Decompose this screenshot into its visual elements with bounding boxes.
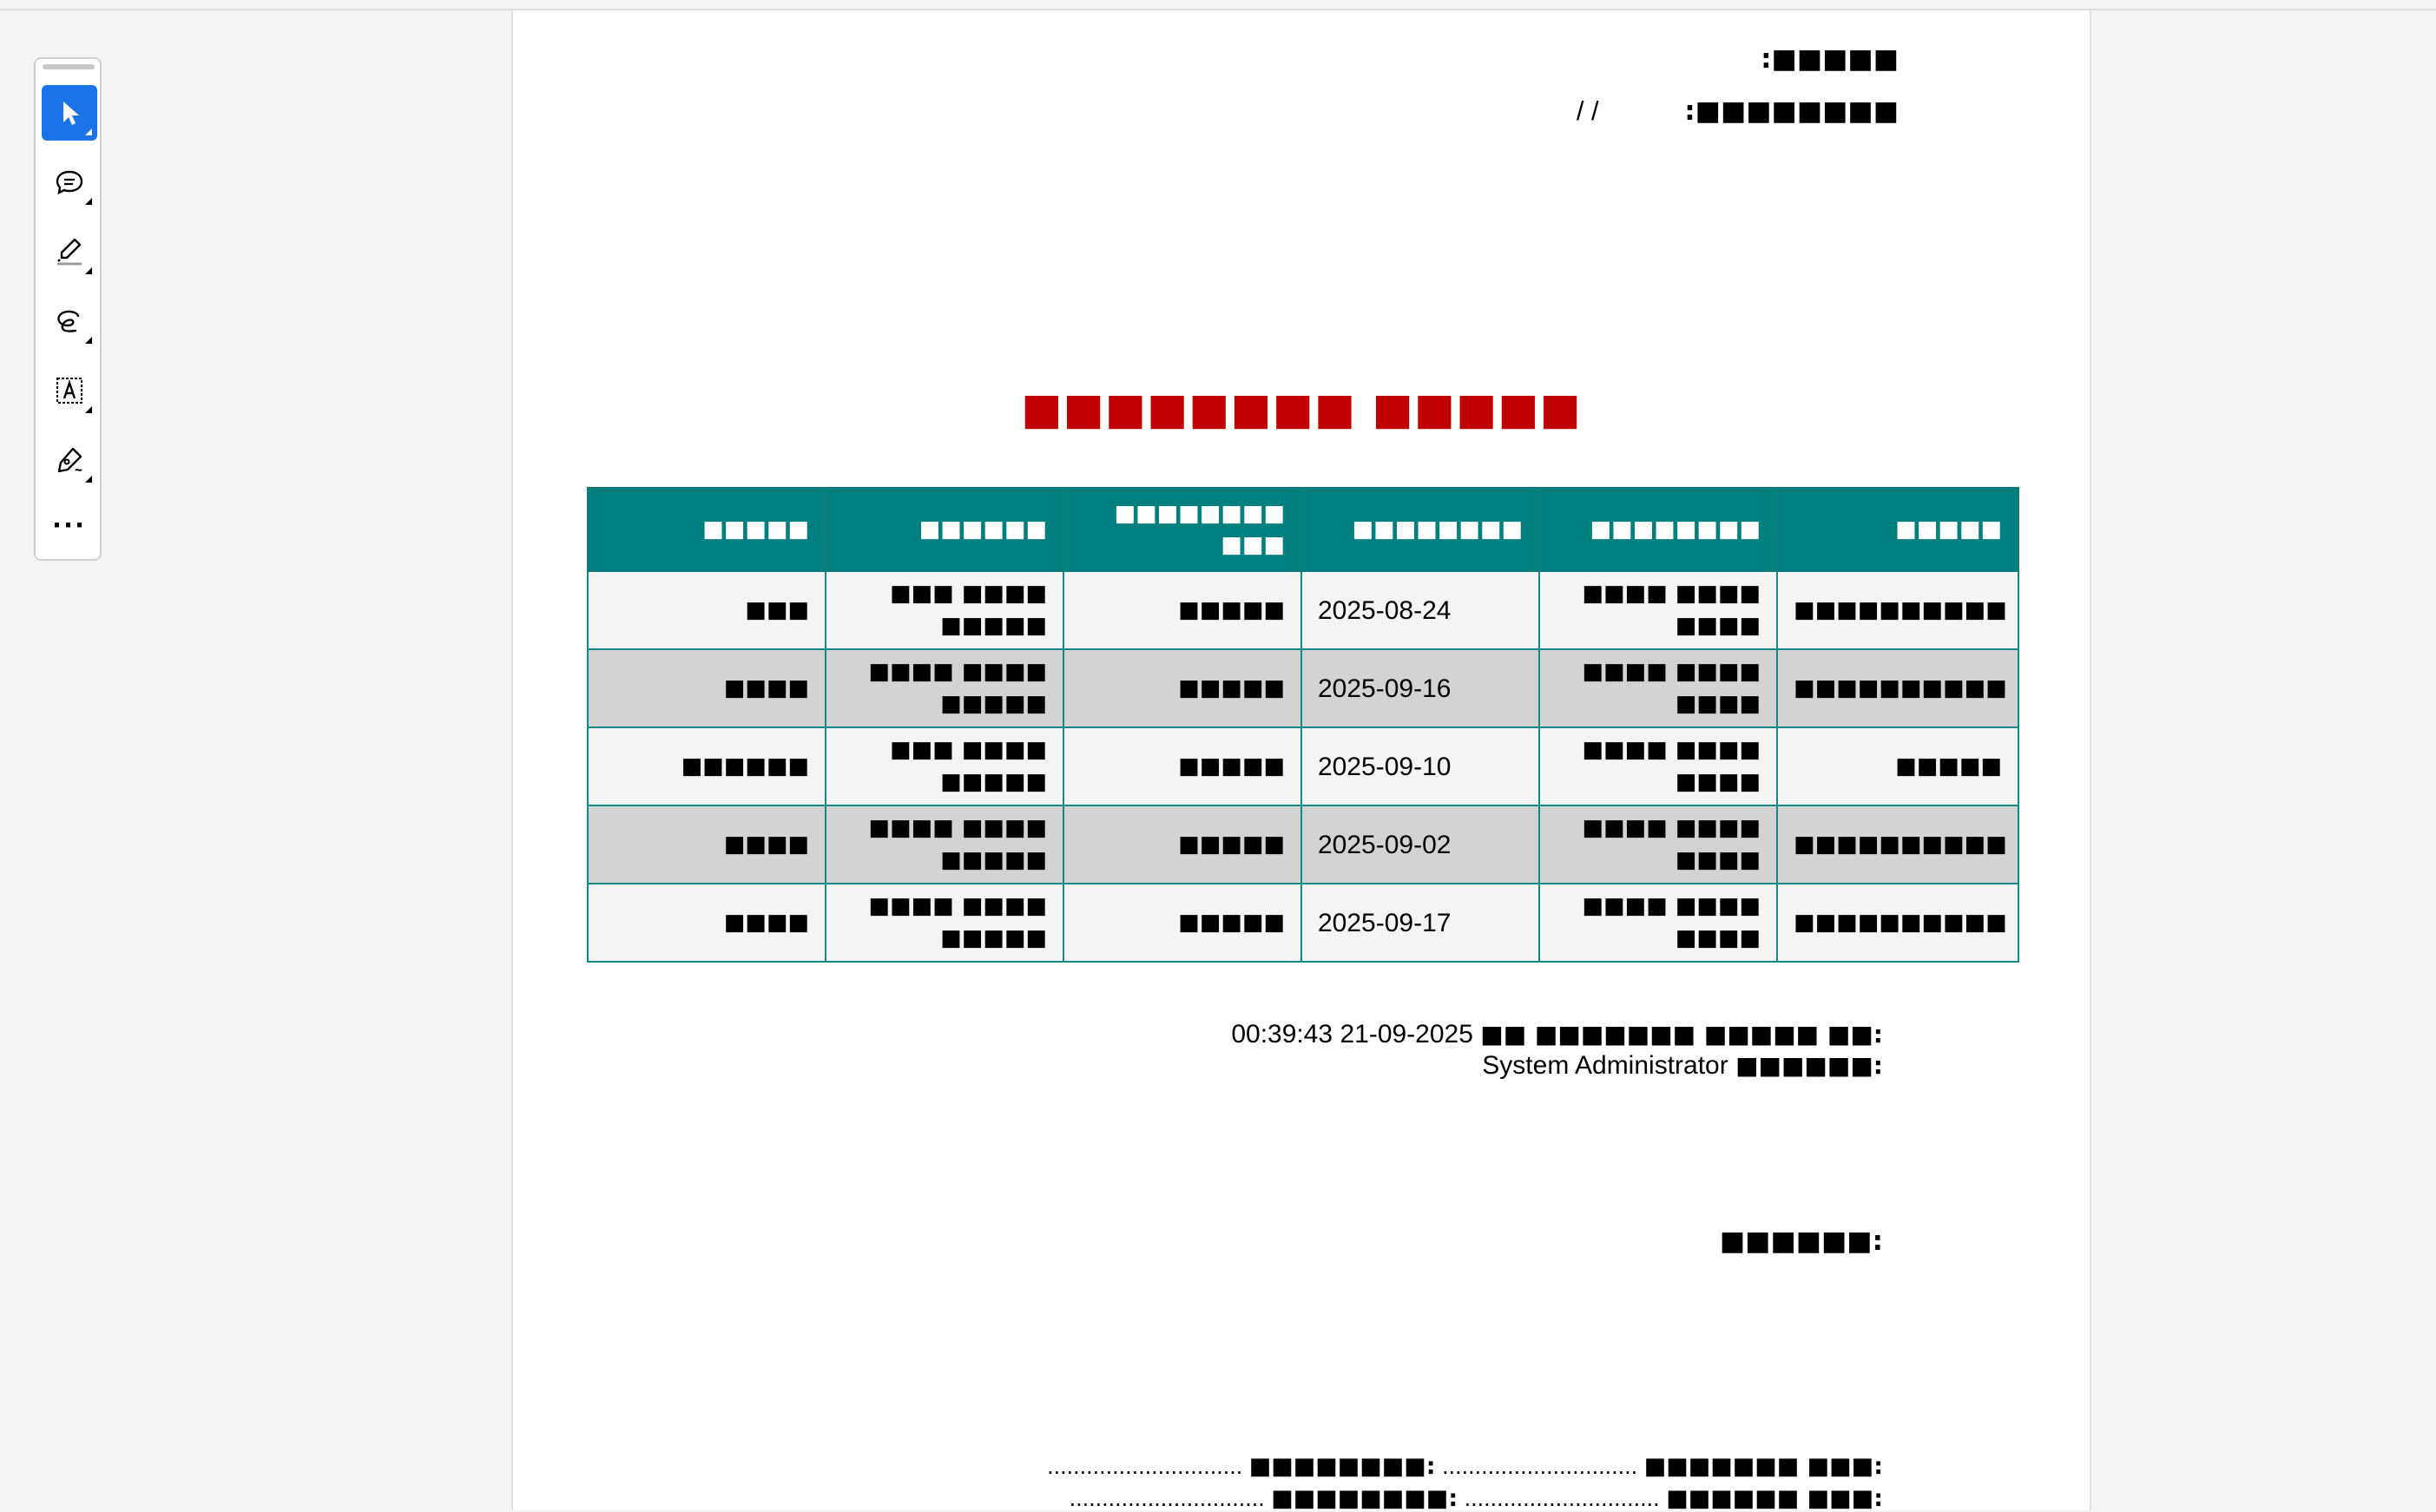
footer-label: ■■■■■■■ ■■■:	[1643, 1453, 1883, 1480]
table-cell: ■■■■■	[1063, 805, 1302, 884]
printed-timestamp-label: ■■ ■■■■■■■ ■■■■■ ■■:	[1480, 1020, 1883, 1049]
column-header: ■■■■■■	[825, 487, 1064, 572]
document-page: ■■■■■: ■■■■■■■■: / / ■■■■■■■■ ■■■■■ ■■■■…	[511, 10, 2091, 1512]
table-cell: ■■■■ ■■■■ ■■■■	[1538, 570, 1778, 650]
column-header: ■■■■■	[1776, 487, 2019, 572]
highlighter-icon	[57, 238, 82, 266]
header-date-label: ■■■■■■■■:	[1684, 95, 1899, 127]
freehand-lasso-icon	[57, 310, 80, 332]
header-date-field: ■■■■■■■■: / /	[1577, 95, 1899, 127]
date-cell: 2025-09-10	[1300, 726, 1540, 806]
table-cell: ■■■■■	[1063, 883, 1302, 963]
printed-by-user: System Administrator ■■■■■■:	[1482, 1051, 1883, 1081]
table-cell: ■■■■ ■■■■ ■■■■	[1538, 726, 1778, 806]
column-header: ■■■■■	[587, 487, 826, 572]
highlight-tool-button[interactable]	[42, 224, 97, 279]
table-row: ■■■■ ■■■■ ■■■■ ■■■■■ ■■■■■ 2025-09-17 ■■…	[587, 883, 2019, 963]
text-tool-button[interactable]	[42, 363, 97, 418]
table-cell: ■■■■ ■■■■ ■■■■	[1538, 805, 1778, 884]
table-cell: ■■■	[587, 570, 826, 650]
header-date-value: / /	[1576, 95, 1599, 126]
column-header: ■■■■■■■■ ■■■	[1063, 487, 1302, 572]
toolbar-drag-handle[interactable]	[43, 64, 95, 69]
sign-tool-button[interactable]	[42, 432, 97, 488]
comment-tool-button[interactable]	[42, 154, 97, 210]
header-field-1: ■■■■■:	[1761, 43, 1899, 75]
footer-label: ■■■■■■■■:	[1248, 1453, 1436, 1480]
date-cell: 2025-09-02	[1300, 805, 1540, 884]
table-cell: ■■■■	[587, 805, 826, 884]
table-row: ■■■■ ■■■■ ■■■■ ■■■■■ ■■■■■ 2025-09-16 ■■…	[587, 648, 2019, 728]
table-row: ■■■■ ■■■■ ■■■■ ■■■■■ ■■■■■ 2025-09-02 ■■…	[587, 805, 2019, 884]
pen-sign-icon	[57, 447, 82, 473]
table-cell: ■■■■■■■■■■	[1776, 883, 2019, 963]
table-cell: ■■■■	[587, 883, 826, 963]
annotation-toolbar: ···	[34, 57, 102, 561]
printed-timestamp: 00:39:43 21-09-2025 ■■ ■■■■■■■ ■■■■■ ■■:	[1231, 1020, 1883, 1049]
table-cell: ■■■■	[587, 648, 826, 728]
table-cell: ■■■■■■■■■■	[1776, 648, 2019, 728]
footer-label: ■■■■■■■■:	[1271, 1485, 1458, 1512]
user-label: ■■■■■■:	[1735, 1051, 1883, 1080]
text-box-icon	[56, 378, 82, 404]
table-header-row: ■■■■■ ■■■■■■ ■■■■■■■■ ■■■ ■■■■■■■■ ■■■■■…	[587, 487, 2019, 572]
table-cell: ■■■■ ■■■■ ■■■■■	[825, 883, 1064, 963]
user-value: System Administrator	[1482, 1051, 1728, 1080]
table-cell: ■■■■■	[1063, 570, 1302, 650]
date-cell: 2025-09-16	[1300, 648, 1540, 728]
date-cell: 2025-08-24	[1300, 570, 1540, 650]
table-cell: ■■■■■■■■■■	[1776, 805, 2019, 884]
signature-label: ■■■■■■:	[1719, 1226, 1883, 1257]
date-cell: 2025-09-17	[1300, 883, 1540, 963]
footer-label: ■■■■■■ ■■■:	[1666, 1485, 1883, 1512]
footer-dots: ..............................	[1047, 1453, 1243, 1479]
table-cell: ■■■■■	[1063, 726, 1302, 806]
footer-dots: ..............................	[1069, 1485, 1265, 1511]
table-cell: ■■■■ ■■■■ ■■■■	[1538, 648, 1778, 728]
table-cell: ■■■ ■■■■ ■■■■■	[825, 726, 1064, 806]
report-title: ■■■■■■■■ ■■■■■	[1021, 384, 1582, 434]
table-cell: ■■■■■	[1063, 648, 1302, 728]
table-cell: ■■■■ ■■■■ ■■■■	[1538, 883, 1778, 963]
column-header: ■■■■■■■■	[1300, 487, 1540, 572]
footer-dots: ..............................	[1442, 1453, 1638, 1479]
table-cell: ■■■ ■■■■ ■■■■■	[825, 570, 1064, 650]
report-table: ■■■■■ ■■■■■■ ■■■■■■■■ ■■■ ■■■■■■■■ ■■■■■…	[587, 487, 2019, 963]
footer-dots: ..............................	[1464, 1485, 1660, 1511]
table-row: ■■■■■■ ■■■ ■■■■ ■■■■■ ■■■■■ 2025-09-10 ■…	[587, 726, 2019, 806]
select-tool-button[interactable]	[42, 85, 97, 141]
footer-row-2: .............................. ■■■■■■■■:…	[1070, 1485, 1883, 1512]
cursor-arrow-icon	[63, 102, 79, 125]
table-cell: ■■■■■	[1776, 726, 2019, 806]
footer-row-1: .............................. ■■■■■■■■:…	[1047, 1453, 1883, 1480]
column-header: ■■■■■■■■	[1538, 487, 1778, 572]
table-cell: ■■■■■■■■■■	[1776, 570, 2019, 650]
table-row: ■■■ ■■■ ■■■■ ■■■■■ ■■■■■ 2025-08-24 ■■■■…	[587, 570, 2019, 650]
draw-tool-button[interactable]	[42, 293, 97, 349]
table-cell: ■■■■■■	[587, 726, 826, 806]
more-tools-button[interactable]: ···	[42, 497, 97, 553]
table-cell: ■■■■ ■■■■ ■■■■■	[825, 648, 1064, 728]
printed-timestamp-value: 00:39:43 21-09-2025	[1231, 1020, 1473, 1049]
comment-bubble-icon	[56, 170, 83, 195]
table-cell: ■■■■ ■■■■ ■■■■■	[825, 805, 1064, 884]
